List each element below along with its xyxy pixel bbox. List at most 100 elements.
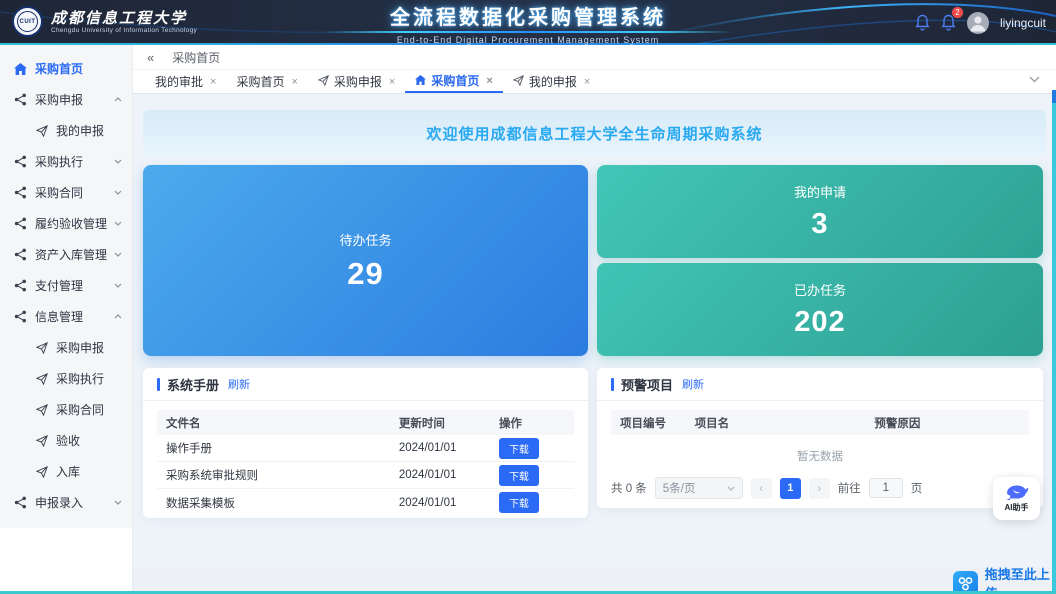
share-icon: [13, 186, 28, 199]
sidebar-item-label: 采购首页: [35, 60, 83, 77]
panel-header: 预警项目 刷新: [597, 368, 1043, 401]
stat-card-my-requests[interactable]: 我的申请 3: [597, 165, 1043, 258]
tab-my-declare[interactable]: 我的申报 ×: [503, 70, 600, 93]
tab-label: 采购首页: [236, 73, 284, 90]
panel-accent-bar: [611, 378, 614, 391]
sidebar-item-acceptance-mgmt[interactable]: 履约验收管理: [0, 208, 132, 239]
plane-icon: [318, 75, 329, 89]
sidebar-item-info-mgmt[interactable]: 信息管理: [0, 301, 132, 332]
total-count: 共 0 条: [611, 480, 647, 496]
table-header-row: 文件名 更新时间 操作: [157, 410, 574, 435]
plane-icon: [34, 125, 49, 137]
breadcrumb-bar: « 采购首页: [133, 45, 1056, 70]
stat-card-done-tasks[interactable]: 已办任务 202: [597, 263, 1043, 356]
warning-table: 项目编号 项目名 预警原因 暂无数据: [611, 410, 1029, 474]
download-button[interactable]: 下载: [499, 465, 539, 486]
university-brand: CUIT 成都信息工程大学 Chengdu University of Info…: [12, 6, 197, 37]
tab-label: 我的审批: [155, 73, 203, 90]
sidebar-item-procurement-declare[interactable]: 采购申报: [0, 84, 132, 115]
notification-badge: 2: [951, 6, 964, 19]
file-name: 操作手册: [157, 440, 399, 456]
stat-value: 3: [811, 208, 828, 241]
refresh-link[interactable]: 刷新: [228, 376, 250, 392]
username-label[interactable]: liyingcuit: [1000, 16, 1046, 30]
sidebar-subitem-my-declare[interactable]: 我的申报: [0, 115, 132, 146]
plane-icon: [34, 342, 49, 354]
column-header: 更新时间: [399, 415, 499, 431]
tab-label: 我的申报: [529, 73, 577, 90]
share-icon: [13, 496, 28, 509]
notification-bell-icon[interactable]: 2: [941, 14, 956, 31]
column-header: 操作: [499, 415, 574, 431]
sidebar-item-label: 支付管理: [35, 277, 83, 294]
page-unit-label: 页: [911, 480, 923, 496]
user-avatar[interactable]: [967, 12, 989, 34]
plane-icon: [34, 435, 49, 447]
share-icon: [13, 279, 28, 292]
prev-page-button[interactable]: ‹: [751, 478, 772, 499]
message-bell-icon[interactable]: [915, 14, 930, 31]
system-title-block: 全流程数据化采购管理系统 End-to-End Digital Procurem…: [293, 0, 763, 45]
table-row: 操作手册 2024/01/01 下载: [157, 435, 574, 462]
table-row: 数据采集模板 2024/01/01 下载: [157, 489, 574, 516]
system-subtitle: End-to-End Digital Procurement Managemen…: [293, 35, 763, 45]
pagination: 共 0 条 5条/页 ‹ 1 › 前往 页: [597, 474, 1043, 499]
close-icon[interactable]: ×: [584, 76, 590, 88]
column-header: 项目编号: [611, 415, 695, 431]
tab-my-approvals[interactable]: 我的审批 ×: [145, 70, 226, 93]
close-icon[interactable]: ×: [210, 76, 216, 88]
file-name: 数据采集模板: [157, 495, 399, 511]
chevron-up-icon: [114, 314, 122, 319]
sidebar-item-asset-storage-mgmt[interactable]: 资产入库管理: [0, 239, 132, 270]
sidebar-item-procurement-exec[interactable]: 采购执行: [0, 146, 132, 177]
scrollbar-thumb[interactable]: [1052, 90, 1056, 103]
updated-time: 2024/01/01: [399, 442, 499, 454]
tab-overflow-chevron-icon[interactable]: [1029, 76, 1040, 83]
scrollbar-track: [1052, 90, 1056, 591]
goto-page-input[interactable]: [869, 478, 903, 498]
sidebar-item-procurement-contract[interactable]: 采购合同: [0, 177, 132, 208]
plane-icon: [34, 404, 49, 416]
download-button[interactable]: 下载: [499, 438, 539, 459]
sidebar-item-label: 入库: [56, 463, 80, 480]
panel-title: 系统手册: [167, 375, 219, 394]
sidebar-item-declare-entry[interactable]: 申报录入: [0, 487, 132, 518]
download-button[interactable]: 下载: [499, 492, 539, 513]
sidebar-collapse-button[interactable]: «: [147, 50, 154, 65]
sidebar-subitem-info-declare[interactable]: 采购申报: [0, 332, 132, 363]
chevron-down-icon: [114, 500, 122, 505]
sidebar-subitem-acceptance[interactable]: 验收: [0, 425, 132, 456]
close-icon[interactable]: ×: [291, 76, 297, 88]
column-header: 项目名: [695, 415, 875, 431]
sidebar-item-label: 履约验收管理: [35, 215, 107, 232]
tab-procurement-declare[interactable]: 采购申报 ×: [308, 70, 405, 93]
refresh-link[interactable]: 刷新: [682, 376, 704, 392]
share-icon: [13, 93, 28, 106]
sidebar-subitem-storage[interactable]: 入库: [0, 456, 132, 487]
close-icon[interactable]: ×: [389, 76, 395, 88]
updated-time: 2024/01/01: [399, 469, 499, 481]
share-icon: [13, 248, 28, 261]
whale-icon: [1005, 484, 1029, 501]
upload-dropzone[interactable]: 拖拽至此上传: [953, 564, 1056, 594]
warning-projects-panel: 预警项目 刷新 项目编号 项目名 预警原因 暂无数据 共 0 条 5条/页 ‹ …: [597, 368, 1043, 508]
sidebar-subitem-info-contract[interactable]: 采购合同: [0, 394, 132, 425]
tab-procurement-home-active[interactable]: 采购首页 ×: [405, 70, 502, 93]
sidebar-item-procurement-home[interactable]: 采购首页: [0, 53, 132, 84]
sidebar-subitem-info-exec[interactable]: 采购执行: [0, 363, 132, 394]
next-page-button[interactable]: ›: [809, 478, 830, 499]
sidebar-item-payment-mgmt[interactable]: 支付管理: [0, 270, 132, 301]
table-row: 采购系统审批规则 2024/01/01 下载: [157, 462, 574, 489]
sidebar-item-label: 采购申报: [56, 339, 104, 356]
university-name-en: Chengdu University of Information Techno…: [51, 27, 197, 34]
current-page-button[interactable]: 1: [780, 478, 801, 499]
app-header: CUIT 成都信息工程大学 Chengdu University of Info…: [0, 0, 1056, 45]
chevron-down-icon: [114, 159, 122, 164]
stat-card-todo-tasks[interactable]: 待办任务 29: [143, 165, 588, 356]
close-icon[interactable]: ×: [486, 75, 492, 87]
stat-value: 202: [794, 306, 845, 339]
tab-procurement-home-1[interactable]: 采购首页 ×: [226, 70, 307, 93]
ai-assistant-button[interactable]: AI助手: [993, 477, 1040, 520]
page-size-select[interactable]: 5条/页: [655, 477, 743, 499]
sidebar-item-label: 信息管理: [35, 308, 83, 325]
